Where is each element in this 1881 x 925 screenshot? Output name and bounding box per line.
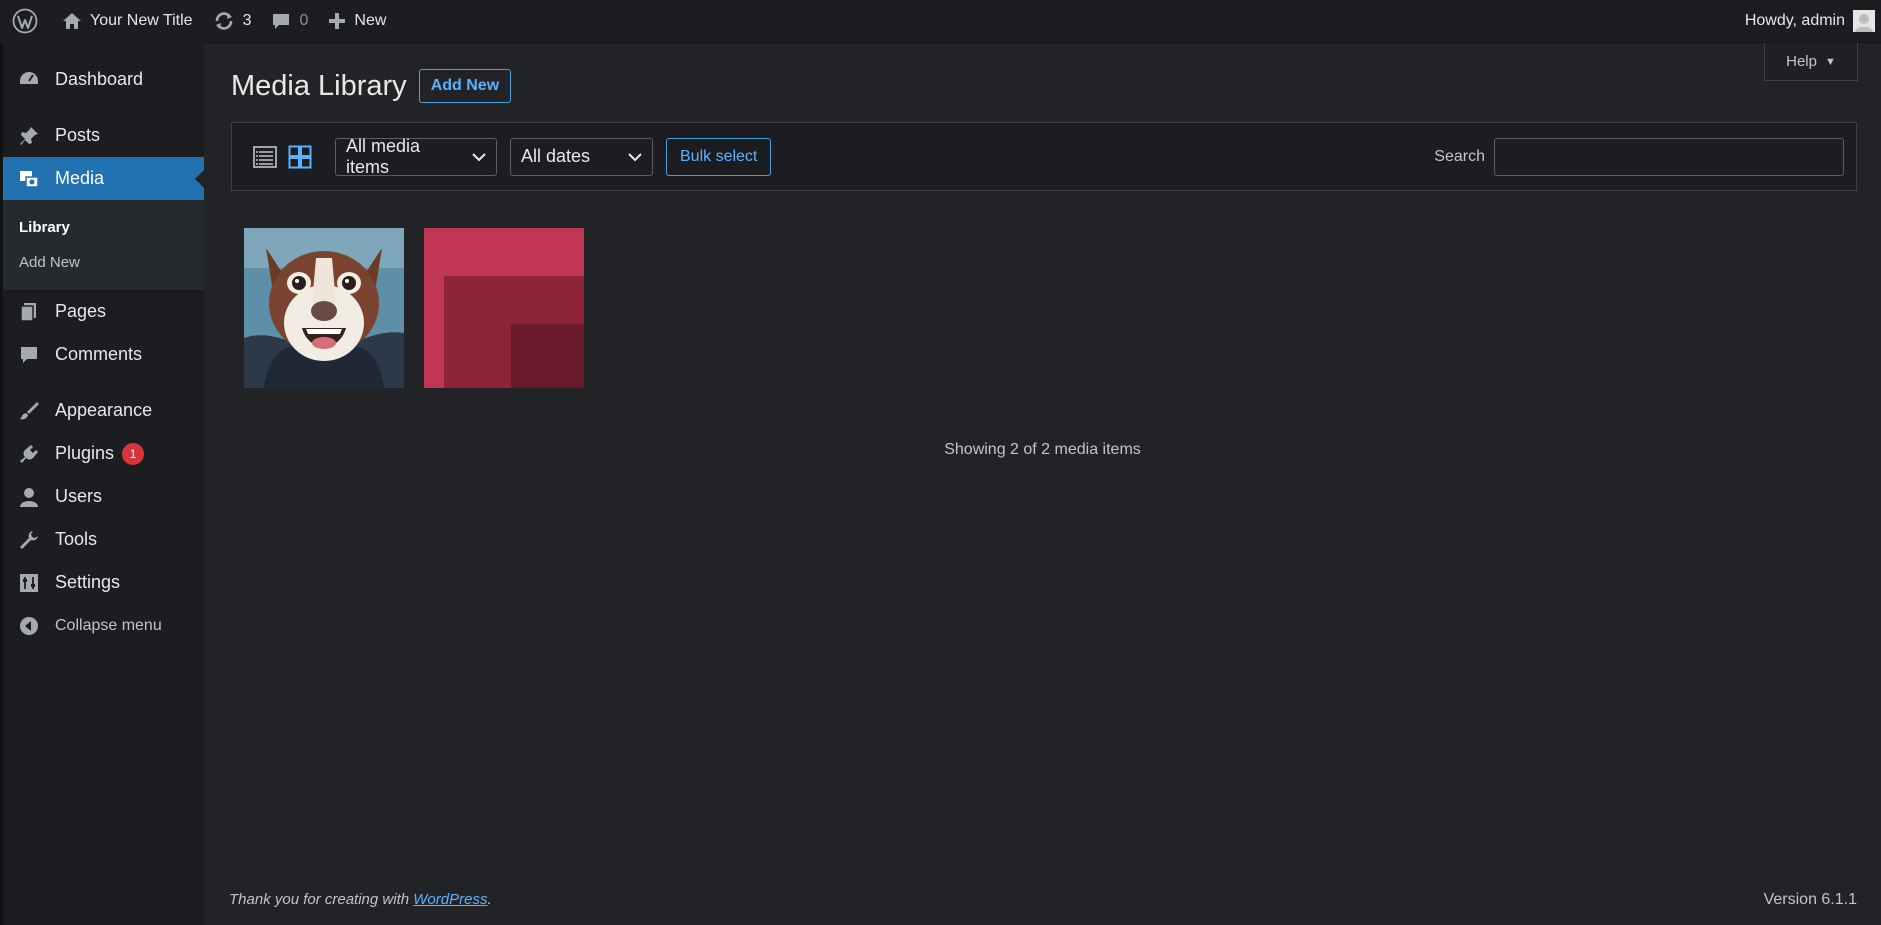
menu-item-users[interactable]: Users: [3, 475, 204, 518]
dog-photo-image: [244, 228, 404, 388]
pushpin-icon: [17, 124, 41, 148]
home-icon: [62, 11, 82, 31]
chevron-down-icon: [472, 152, 486, 162]
menu-item-label: Posts: [55, 125, 101, 145]
wordpress-link[interactable]: WordPress: [413, 891, 487, 908]
grid-view-icon[interactable]: [285, 142, 315, 172]
page-header: Media Library Add New: [231, 69, 512, 103]
updates-count: 3: [242, 12, 252, 29]
media-icon: [17, 167, 41, 191]
wordpress-logo-menu[interactable]: [0, 0, 52, 43]
pages-icon: [17, 300, 41, 324]
menu-item-posts[interactable]: Posts: [3, 114, 204, 157]
update-icon: [213, 10, 235, 32]
admin-sidebar: Dashboard Posts Media Library Add New Pa…: [0, 43, 204, 925]
plugins-update-badge: 1: [122, 442, 145, 465]
my-account-link[interactable]: Howdy, admin: [1735, 0, 1881, 43]
help-tab-button[interactable]: Help ▼: [1764, 43, 1858, 81]
settings-icon: [17, 571, 41, 595]
new-label: New: [354, 12, 387, 29]
red-abstract-image: [424, 228, 584, 388]
date-filter[interactable]: All dates: [510, 137, 653, 176]
menu-item-appearance[interactable]: Appearance: [3, 389, 204, 432]
admin-bar: Your New Title 3 0 New Howdy, admin: [0, 0, 1881, 43]
search-label: Search: [1434, 147, 1485, 165]
collapse-menu-label: Collapse menu: [55, 616, 162, 634]
attachment-thumbnail-dog[interactable]: [244, 228, 404, 388]
submenu-item-library[interactable]: Library: [3, 210, 204, 245]
user-icon: [17, 485, 41, 509]
media-type-filter-value: All media items: [346, 135, 421, 177]
menu-item-pages[interactable]: Pages: [3, 290, 204, 333]
menu-item-tools[interactable]: Tools: [3, 518, 204, 561]
menu-item-label: Users: [55, 486, 103, 506]
bulk-select-button[interactable]: Bulk select: [666, 137, 772, 176]
dashboard-icon: [17, 68, 41, 92]
help-label: Help: [1786, 53, 1817, 70]
media-submenu: Library Add New: [3, 200, 204, 290]
search-area: Search: [1434, 137, 1844, 176]
menu-item-label: Tools: [55, 529, 98, 549]
new-content-link[interactable]: New: [318, 0, 396, 43]
footer-thanks-suffix: .: [487, 891, 492, 908]
menu-item-label: Settings: [55, 572, 121, 592]
comment-bubble-icon: [271, 11, 291, 31]
menu-item-label: Media: [55, 168, 105, 188]
site-title: Your New Title: [90, 12, 193, 29]
collapse-menu-button[interactable]: Collapse menu: [3, 604, 204, 647]
howdy-text: Howdy, admin: [1744, 12, 1845, 29]
date-filter-value: All dates: [521, 146, 591, 166]
menu-item-dashboard[interactable]: Dashboard: [3, 58, 204, 101]
media-count-status: Showing 2 of 2 media items: [944, 441, 1141, 458]
menu-item-label: Comments: [55, 344, 143, 364]
page-title: Media Library: [231, 69, 407, 102]
updates-link[interactable]: 3: [203, 0, 262, 43]
media-toolbar: All media items All dates Bulk select Se…: [231, 122, 1857, 191]
attachment-thumbnail-red-abstract[interactable]: [424, 228, 584, 388]
comments-count: 0: [299, 12, 309, 29]
search-input[interactable]: [1494, 137, 1844, 176]
wordpress-logo-icon: [12, 8, 38, 34]
menu-item-label: Pages: [55, 301, 107, 321]
plus-icon: [328, 12, 346, 30]
list-view-icon[interactable]: [250, 142, 280, 172]
add-new-button[interactable]: Add New: [418, 69, 512, 103]
menu-item-media[interactable]: Media: [3, 157, 204, 200]
menu-item-plugins[interactable]: Plugins 1: [3, 432, 204, 475]
media-type-filter[interactable]: All media items: [335, 135, 497, 177]
submenu-item-add-new[interactable]: Add New: [3, 245, 204, 280]
footer-thank-you: Thank you for creating with WordPress.: [229, 891, 492, 908]
caret-down-icon: ▼: [1824, 55, 1836, 68]
wrench-icon: [17, 528, 41, 552]
footer-thanks-prefix: Thank you for creating with: [229, 891, 414, 908]
footer-version: Version 6.1.1: [1763, 891, 1857, 908]
menu-item-comments[interactable]: Comments: [3, 333, 204, 376]
comments-link[interactable]: 0: [261, 0, 318, 43]
collapse-arrow-icon: [17, 614, 41, 638]
chevron-down-icon: [628, 152, 642, 162]
paintbrush-icon: [17, 399, 41, 423]
menu-item-settings[interactable]: Settings: [3, 561, 204, 604]
plugin-icon: [17, 442, 41, 466]
avatar: [1853, 10, 1875, 32]
site-name-link[interactable]: Your New Title: [52, 0, 203, 43]
menu-item-label: Appearance: [55, 400, 153, 420]
menu-item-label: Dashboard: [55, 69, 144, 89]
main-content: Help ▼ Media Library Add New All media i…: [204, 43, 1881, 925]
menu-item-label: Plugins: [55, 443, 115, 463]
comment-icon: [17, 343, 41, 367]
